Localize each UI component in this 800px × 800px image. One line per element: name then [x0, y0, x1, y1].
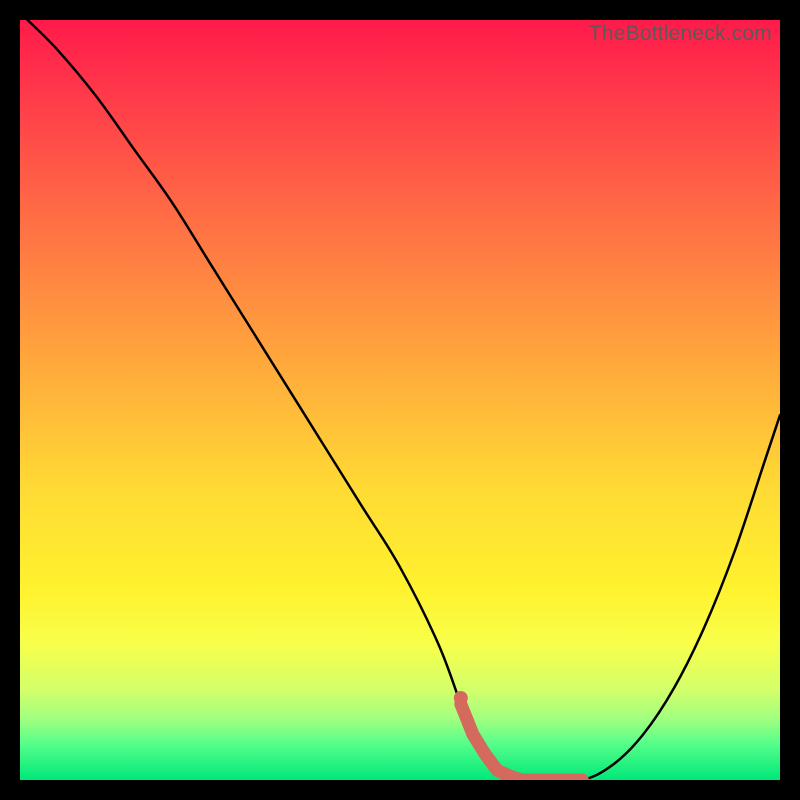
optimal-region-start-dot	[454, 691, 468, 705]
bottleneck-curve-line	[28, 20, 780, 780]
chart-svg	[20, 20, 780, 780]
optimal-flat-region	[461, 704, 583, 780]
watermark-label: TheBottleneck.com	[589, 22, 772, 46]
chart-frame: TheBottleneck.com	[20, 20, 780, 780]
